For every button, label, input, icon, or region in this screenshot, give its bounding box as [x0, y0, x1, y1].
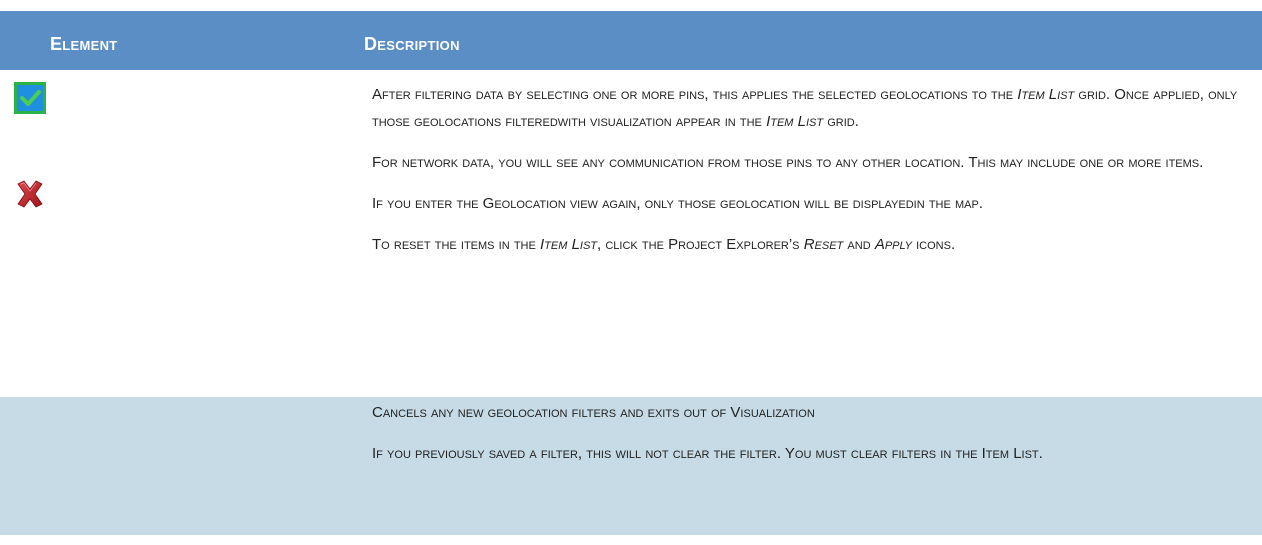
table-row: Cancels any new geolocation filters and … [0, 397, 1262, 535]
text-segment: For network data, you will see any commu… [372, 154, 1204, 171]
description-paragraph: To reset the items in the Item List, cli… [372, 231, 1258, 258]
header-description: Description [364, 34, 460, 54]
text-segment: icons. [911, 236, 956, 253]
description-paragraph: Cancels any new geolocation filters and … [372, 399, 1258, 426]
reference-term: Item List [540, 236, 598, 253]
reference-term: Item List [766, 113, 824, 130]
table-header: Element Description [0, 11, 1262, 70]
description-cancel: Cancels any new geolocation filters and … [372, 399, 1258, 481]
reference-term: Apply [874, 236, 912, 253]
reference-term: Reset [803, 236, 844, 253]
text-segment: Cancels any new geolocation filters and … [372, 404, 815, 421]
description-paragraph: For network data, you will see any commu… [372, 149, 1258, 176]
header-element: Element [50, 34, 118, 54]
text-segment: , click the Project Explorer’s [597, 236, 804, 253]
text-segment: If you enter the Geolocation view again,… [372, 195, 984, 212]
text-segment: If you previously saved a filter, this w… [372, 445, 1043, 462]
elements-table: Element Description After filtering data… [0, 11, 1262, 535]
description-paragraph: After filtering data by selecting one or… [372, 81, 1258, 135]
x-icon[interactable] [14, 178, 46, 210]
description-paragraph: If you previously saved a filter, this w… [372, 440, 1258, 467]
text-segment: and [843, 236, 875, 253]
reference-term: Item List [1017, 86, 1075, 103]
description-paragraph: If you enter the Geolocation view again,… [372, 190, 1258, 217]
text-segment: To reset the items in the [372, 236, 541, 253]
check-icon[interactable] [14, 82, 46, 114]
text-segment: After filtering data by selecting one or… [372, 86, 1018, 103]
text-segment: grid. [823, 113, 859, 130]
description-apply: After filtering data by selecting one or… [372, 81, 1258, 272]
table-row: After filtering data by selecting one or… [0, 70, 1262, 397]
